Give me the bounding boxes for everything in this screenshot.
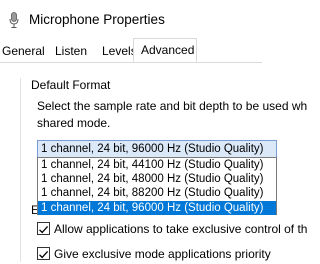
- allow-exclusive-checkbox[interactable]: [37, 222, 50, 235]
- format-option[interactable]: 1 channel, 24 bit, 88200 Hz (Studio Qual…: [38, 186, 276, 200]
- default-format-description: Select the sample rate and bit depth to …: [37, 98, 320, 132]
- format-option[interactable]: 1 channel, 24 bit, 48000 Hz (Studio Qual…: [38, 172, 276, 186]
- tab-levels[interactable]: Levels: [102, 41, 137, 61]
- checkmark-icon: [39, 225, 49, 234]
- default-format-dropdown: 1 channel, 24 bit, 44100 Hz (Studio Qual…: [37, 157, 277, 215]
- microphone-icon: [9, 12, 19, 28]
- panel-divider: [20, 78, 21, 262]
- window-title: Microphone Properties: [29, 12, 165, 27]
- tab-advanced[interactable]: Advanced: [133, 38, 197, 62]
- description-line-1: Select the sample rate and bit depth to …: [37, 99, 308, 113]
- title-bar: Microphone Properties: [0, 0, 262, 38]
- tab-listen[interactable]: Listen: [55, 41, 87, 61]
- priority-label: Give exclusive mode applications priorit…: [54, 247, 271, 261]
- checkmark-icon: [39, 250, 49, 259]
- format-option[interactable]: 1 channel, 24 bit, 44100 Hz (Studio Qual…: [38, 158, 276, 172]
- description-line-2: shared mode.: [37, 116, 111, 130]
- default-format-label: Default Format: [31, 78, 111, 92]
- tab-strip: General Listen Levels Advanced: [0, 38, 262, 63]
- allow-exclusive-label: Allow applications to take exclusive con…: [54, 222, 308, 236]
- format-option-selected[interactable]: 1 channel, 24 bit, 96000 Hz (Studio Qual…: [38, 200, 276, 215]
- default-format-select[interactable]: 1 channel, 24 bit, 96000 Hz (Studio Qual…: [37, 140, 277, 158]
- priority-checkbox[interactable]: [37, 247, 50, 260]
- tab-general[interactable]: General: [2, 41, 45, 61]
